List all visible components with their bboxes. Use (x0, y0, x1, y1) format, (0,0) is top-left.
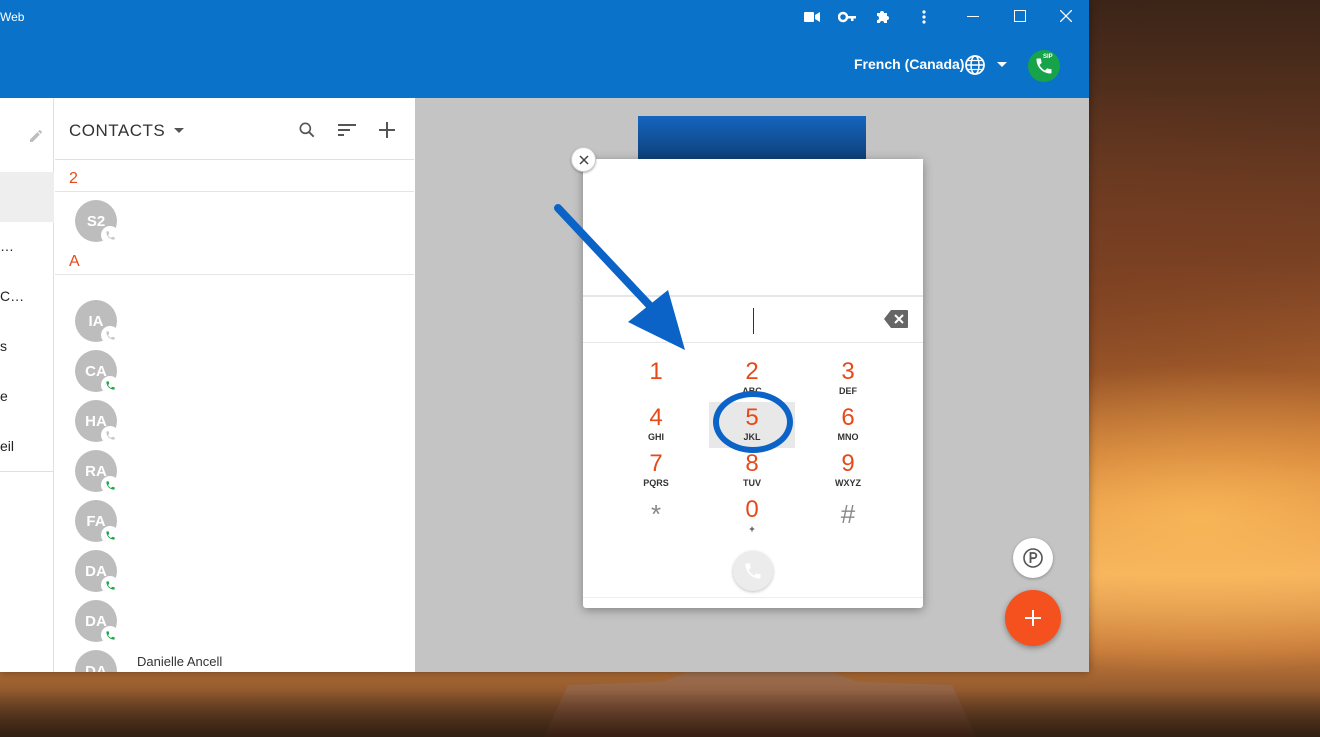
maximize-icon[interactable] (1005, 4, 1035, 28)
avatar[interactable]: CA (75, 350, 119, 394)
nav-item-label[interactable]: … (0, 238, 14, 254)
avatar[interactable]: HA (75, 400, 119, 444)
annotation-arrow (554, 204, 685, 350)
avatar[interactable]: DA (75, 650, 117, 672)
nav-item-label[interactable]: e (0, 388, 8, 404)
video-icon[interactable] (801, 6, 823, 28)
more-vert-icon[interactable] (913, 6, 935, 28)
close-icon[interactable] (1051, 4, 1081, 28)
dial-key-star[interactable]: * (613, 501, 699, 547)
contacts-panel: CONTACTS 2 S2 A IA CA HA RA FA DA DA DA … (55, 98, 414, 672)
add-icon[interactable] (375, 118, 399, 142)
title-bar: Web (0, 0, 1089, 34)
add-icon (1025, 610, 1041, 626)
phone-icon (101, 326, 119, 344)
contacts-title[interactable]: CONTACTS (69, 121, 165, 141)
call-button[interactable] (733, 551, 773, 591)
chevron-down-icon[interactable] (174, 128, 184, 133)
phone-icon (101, 576, 119, 594)
sort-icon[interactable] (335, 118, 359, 142)
avatar-initials: S2 (86, 212, 106, 230)
dial-key-6[interactable]: 6 MNO (805, 405, 891, 451)
window-title: Web (0, 10, 25, 24)
phone-icon (101, 476, 119, 494)
close-icon (578, 154, 589, 165)
globe-icon[interactable] (964, 54, 986, 76)
dial-key-hash[interactable]: # (805, 501, 891, 547)
avatar[interactable]: DA (75, 600, 119, 644)
edit-icon[interactable] (28, 128, 44, 149)
dial-key-3[interactable]: 3 DEF (805, 359, 891, 405)
avatar[interactable]: DA (75, 550, 119, 594)
contacts-header: CONTACTS (55, 98, 414, 160)
key-icon[interactable] (836, 6, 858, 28)
section-letter: A (69, 253, 80, 270)
nav-item-selected[interactable] (0, 172, 54, 222)
language-selector-label[interactable]: French (Canada) (854, 56, 964, 72)
avatar[interactable]: RA (75, 450, 119, 494)
app-window: Web French (Canada) SIP … C… s e eil CON… (0, 0, 1089, 672)
phone-icon (745, 563, 761, 579)
avatar[interactable]: FA (75, 500, 119, 544)
avatar-initials: FA (86, 512, 106, 530)
chevron-down-icon[interactable] (997, 62, 1007, 67)
phone-icon (101, 426, 119, 444)
left-navigation: … C… s e eil (0, 98, 54, 672)
dial-key-8[interactable]: 8 TUV (709, 451, 795, 497)
backspace-icon[interactable] (883, 309, 909, 331)
wallpaper-trees (0, 690, 1320, 737)
nav-item-label[interactable]: C… (0, 288, 24, 304)
annotation-circle (713, 391, 793, 453)
dial-key-9[interactable]: 9 WXYZ (805, 451, 891, 497)
phone-icon (101, 226, 119, 244)
avatar[interactable]: IA (75, 300, 119, 344)
phone-icon (101, 626, 119, 644)
content-banner (638, 116, 866, 162)
sip-badge-label: SIP (1043, 54, 1053, 60)
nav-item-label[interactable]: eil (0, 438, 14, 454)
section-divider (55, 274, 414, 275)
dial-key-0[interactable]: 0 + (709, 497, 795, 543)
section-letter: 2 (69, 170, 78, 187)
nav-item-label[interactable]: s (0, 338, 7, 354)
avatar-initials: DA (85, 662, 107, 673)
dialer-divider (583, 597, 923, 598)
dialog-close-button[interactable] (571, 147, 596, 172)
avatar-initials: IA (88, 312, 104, 330)
phone-icon (101, 376, 119, 394)
puzzle-icon[interactable] (872, 6, 894, 28)
contact-name[interactable]: Danielle Ancell (137, 654, 222, 669)
dial-key-4[interactable]: 4 GHI (613, 405, 699, 451)
minimize-icon[interactable] (958, 4, 988, 28)
section-divider (55, 191, 414, 192)
nav-divider (0, 471, 54, 472)
app-bar: French (Canada) SIP (0, 34, 1089, 98)
phone-icon (101, 526, 119, 544)
search-icon[interactable] (295, 118, 319, 142)
add-button[interactable] (1005, 590, 1061, 646)
dial-key-7[interactable]: 7 PQRS (613, 451, 699, 497)
text-cursor (753, 308, 754, 334)
avatar[interactable]: S2 (75, 200, 119, 244)
parking-icon[interactable] (1013, 538, 1053, 578)
